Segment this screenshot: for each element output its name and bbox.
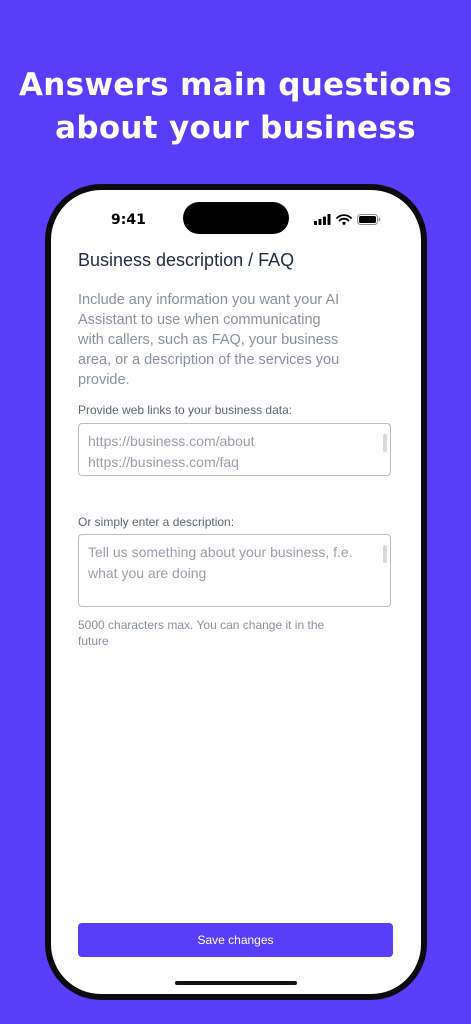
headline-line-2: about your business	[55, 110, 416, 146]
links-label: Provide web links to your business data:	[78, 403, 293, 417]
save-button[interactable]: Save changes	[78, 923, 393, 957]
dynamic-island	[183, 202, 289, 234]
description-input[interactable]: Tell us something about your business, f…	[78, 534, 391, 607]
status-icons	[314, 214, 381, 225]
links-placeholder: https://business.com/about https://busin…	[88, 433, 255, 470]
description-placeholder: Tell us something about your business, f…	[88, 544, 353, 581]
wifi-icon	[336, 214, 352, 225]
screen-title: Business description / FAQ	[78, 250, 295, 270]
links-input[interactable]: https://business.com/about https://busin…	[78, 423, 391, 476]
intro-text: Include any information you want your AI…	[78, 292, 340, 388]
signal-icon	[314, 214, 331, 225]
status-time: 9:41	[111, 212, 146, 228]
home-indicator[interactable]	[175, 981, 297, 985]
links-scroll-thumb[interactable]	[383, 434, 387, 452]
promo-headline: Answers main questions about your busine…	[0, 64, 471, 150]
phone-frame: 9:41 Business description / FAQ Include …	[45, 184, 427, 1000]
description-scroll-thumb[interactable]	[383, 545, 387, 563]
headline-line-1: Answers main questions	[18, 67, 453, 103]
helper-text: 5000 characters max. You can change it i…	[78, 618, 325, 648]
description-label: Or simply enter a description:	[78, 515, 235, 529]
phone-screen: 9:41 Business description / FAQ Include …	[51, 190, 421, 994]
battery-icon	[357, 214, 381, 225]
